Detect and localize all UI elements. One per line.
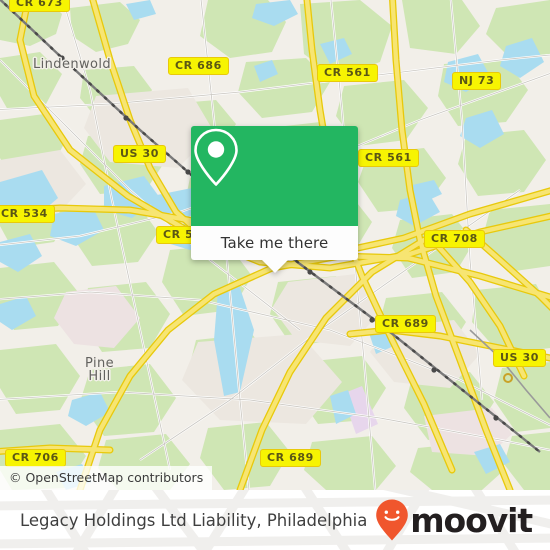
map-pin-icon	[194, 128, 238, 186]
callout-footer[interactable]: Take me there	[191, 226, 358, 273]
highway-shield-nj-73: NJ 73	[452, 72, 502, 90]
location-callout-card[interactable]: Take me there	[191, 126, 358, 273]
footer-bar: Legacy Holdings Ltd Liability, Philadelp…	[0, 490, 550, 550]
openstreetmap-attribution[interactable]: © OpenStreetMap contributors	[0, 466, 213, 490]
highway-shield-cr-708: CR 708	[424, 230, 485, 248]
highway-shield-cr-561-2: CR 561	[358, 149, 419, 167]
highway-shield-us-30-2: US 30	[493, 349, 546, 367]
highway-shield-cr-689-2: CR 689	[260, 449, 321, 467]
moovit-pin-icon	[376, 499, 409, 541]
highway-shield-cr-673: CR 673	[9, 0, 70, 12]
callout-pointer-tail	[262, 260, 288, 273]
highway-shield-cr-561: CR 561	[317, 64, 378, 82]
map-screenshot: Lindenwold Pine Hill CR 673 CR 686 CR 56…	[0, 0, 550, 550]
take-me-there-label: Take me there	[220, 234, 329, 252]
moovit-logo[interactable]: moovit	[375, 490, 533, 550]
moovit-wordmark: moovit	[410, 500, 533, 540]
map-canvas[interactable]: Lindenwold Pine Hill CR 673 CR 686 CR 56…	[0, 0, 550, 490]
callout-header	[191, 126, 358, 226]
highway-shield-us-30: US 30	[113, 145, 166, 163]
place-title: Legacy Holdings Ltd Liability, Philadelp…	[20, 510, 368, 530]
highway-shield-cr-706: CR 706	[5, 449, 66, 467]
highway-shield-cr-686: CR 686	[168, 57, 229, 75]
highway-shield-cr-534: CR 534	[0, 205, 55, 223]
highway-shield-cr-689: CR 689	[375, 315, 436, 333]
